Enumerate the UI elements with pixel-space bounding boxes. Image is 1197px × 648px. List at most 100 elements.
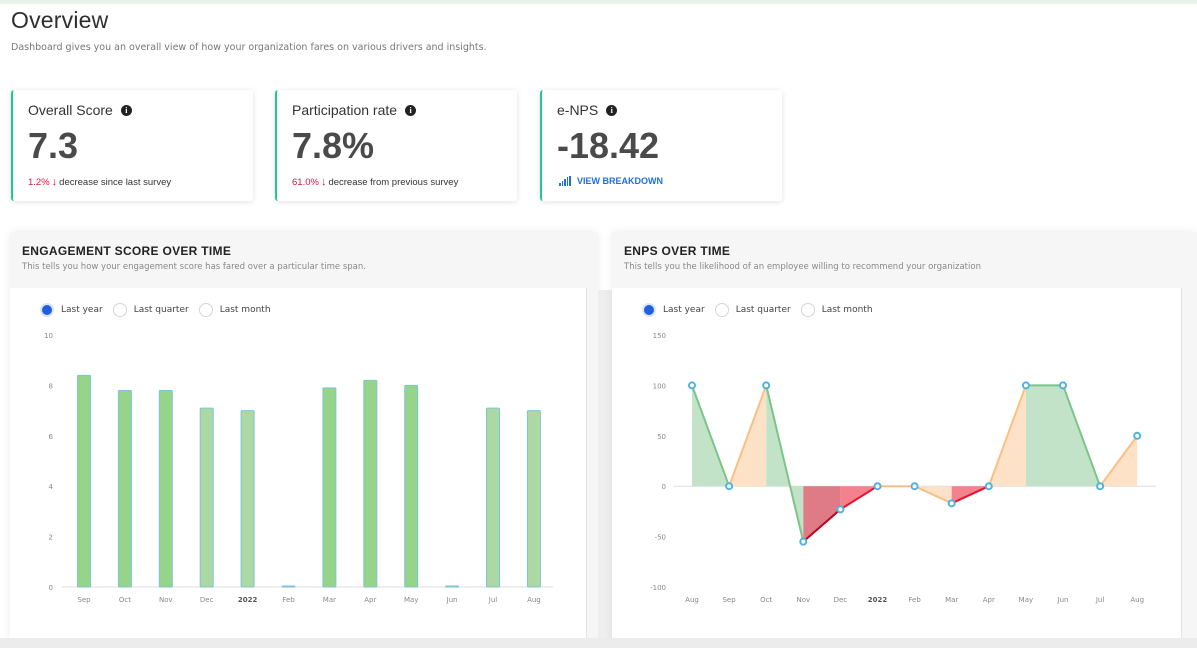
radio-label: Last year — [61, 305, 103, 315]
view-breakdown-link[interactable]: VIEW BREAKDOWN — [559, 176, 663, 186]
kpi-label: Overall Score i — [28, 102, 132, 118]
x-tick-label: Aug — [527, 596, 541, 604]
area-segment — [1025, 385, 1063, 487]
radio-last-year[interactable]: Last year — [642, 303, 705, 317]
kpi-label-text: e-NPS — [557, 102, 599, 118]
bar — [486, 407, 500, 588]
y-tick-label: 4 — [49, 483, 54, 491]
data-point — [836, 505, 845, 514]
kpi-label: e-NPS i — [557, 102, 618, 118]
x-tick-label: Nov — [796, 596, 810, 604]
page-subtitle: Dashboard gives you an overall view of h… — [11, 42, 487, 53]
engagement-bar-chart: 0 2 4 6 8 10 Sep Oct Nov Dec 2022 Feb Mar Apr May Jun Ju… — [44, 332, 553, 604]
data-point — [1059, 381, 1067, 390]
bar — [240, 410, 255, 588]
x-tick-label: May — [1019, 596, 1033, 604]
kpi-card-enps: e-NPS i -18.42 VIEW BREAKDOWN — [540, 90, 782, 201]
signal-bars-icon — [559, 176, 571, 186]
x-tick-label: Aug — [685, 596, 699, 604]
radio-dot[interactable] — [40, 303, 54, 317]
y-tick-label: 150 — [653, 332, 666, 340]
bar — [322, 387, 337, 588]
bar — [281, 585, 296, 588]
bar — [117, 389, 132, 588]
x-tick-label: Nov — [159, 596, 173, 604]
bar — [158, 389, 173, 588]
data-point — [984, 482, 993, 491]
arrow-down-icon: ↓ — [320, 176, 327, 188]
engagement-timespan-radios: Last year Last quarter Last month — [40, 303, 271, 317]
y-tick-label: 50 — [657, 433, 666, 441]
x-tick-label: Dec — [834, 596, 848, 604]
data-point — [799, 537, 808, 546]
data-point — [762, 381, 771, 390]
enps-area-chart: -100 -50 0 50 100 150 Aug Sep Oct Nov Dec 2022 Feb Ma… — [650, 332, 1156, 604]
radio-last-year[interactable]: Last year — [40, 303, 103, 317]
radio-dot[interactable] — [112, 303, 127, 317]
data-point — [725, 482, 734, 491]
radio-label: Last year — [663, 305, 705, 315]
y-tick-label: -50 — [655, 534, 666, 542]
x-tick-label: Jun — [446, 596, 458, 604]
kpi-card-overall-score: Overall Score i 7.3 1.2% ↓ decrease sinc… — [11, 90, 253, 201]
radio-dot[interactable] — [198, 303, 213, 317]
info-icon[interactable]: i — [405, 104, 417, 116]
data-point — [873, 482, 882, 491]
x-tick-label: Aug — [1130, 596, 1144, 604]
kpi-value: -18.42 — [557, 125, 660, 166]
y-tick-label: 8 — [49, 382, 53, 390]
bar — [363, 379, 378, 588]
radio-last-quarter[interactable]: Last quarter — [714, 303, 791, 317]
x-tick-label: Feb — [908, 596, 921, 604]
kpi-label-text: Overall Score — [28, 102, 113, 118]
x-tick-label: Jul — [1095, 596, 1105, 604]
data-point — [910, 482, 919, 491]
x-tick-label: Mar — [945, 596, 958, 604]
kpi-label-text: Participation rate — [292, 102, 398, 118]
bar — [199, 407, 214, 588]
x-tick-label: Dec — [200, 596, 214, 604]
y-tick-label: 2 — [49, 534, 53, 542]
x-tick-label: Jun — [1057, 596, 1069, 604]
bar — [445, 585, 460, 588]
page-title: Overview — [11, 7, 109, 33]
info-icon[interactable]: i — [606, 104, 618, 116]
kpi-label: Participation rate i — [292, 102, 417, 118]
panel-title: ENGAGEMENT SCORE OVER TIME — [22, 244, 232, 258]
panel-gap — [598, 290, 612, 640]
x-tick-label: 2022 — [238, 596, 258, 604]
delta-percent: 1.2% — [28, 176, 50, 188]
y-tick-label: 10 — [44, 332, 53, 340]
x-tick-label: 2022 — [868, 596, 888, 604]
delta-percent: 61.0% — [292, 176, 319, 188]
y-tick-label: -100 — [650, 584, 666, 592]
x-tick-label: May — [404, 596, 418, 604]
radio-label: Last quarter — [133, 305, 189, 315]
radio-label: Last month — [219, 305, 271, 315]
radio-last-month[interactable]: Last month — [198, 303, 271, 317]
kpi-value: 7.8% — [292, 125, 375, 166]
x-tick-label: Sep — [722, 596, 736, 604]
delta-text: decrease since last survey — [59, 176, 172, 188]
y-tick-label: 6 — [49, 433, 54, 441]
radio-last-quarter[interactable]: Last quarter — [112, 303, 189, 317]
top-strip — [0, 0, 1197, 4]
view-breakdown-label: VIEW BREAKDOWN — [576, 176, 663, 186]
radio-dot[interactable] — [714, 303, 729, 317]
page-bottom — [0, 638, 1197, 648]
radio-dot[interactable] — [642, 303, 656, 317]
data-point — [688, 381, 696, 390]
x-tick-label: Oct — [760, 596, 772, 604]
radio-last-month[interactable]: Last month — [800, 303, 873, 317]
data-point — [947, 499, 956, 508]
x-tick-label: Oct — [119, 596, 131, 604]
enps-timespan-radios: Last year Last quarter Last month — [642, 303, 873, 317]
bar — [77, 374, 91, 588]
x-tick-label: Sep — [77, 596, 91, 604]
x-tick-label: Apr — [983, 596, 995, 604]
y-tick-label: 0 — [49, 584, 53, 592]
radio-label: Last month — [821, 305, 873, 315]
kpi-card-participation-rate: Participation rate i 7.8% 61.0% ↓ decrea… — [275, 90, 517, 201]
info-icon[interactable]: i — [120, 104, 132, 116]
radio-dot[interactable] — [800, 303, 815, 317]
